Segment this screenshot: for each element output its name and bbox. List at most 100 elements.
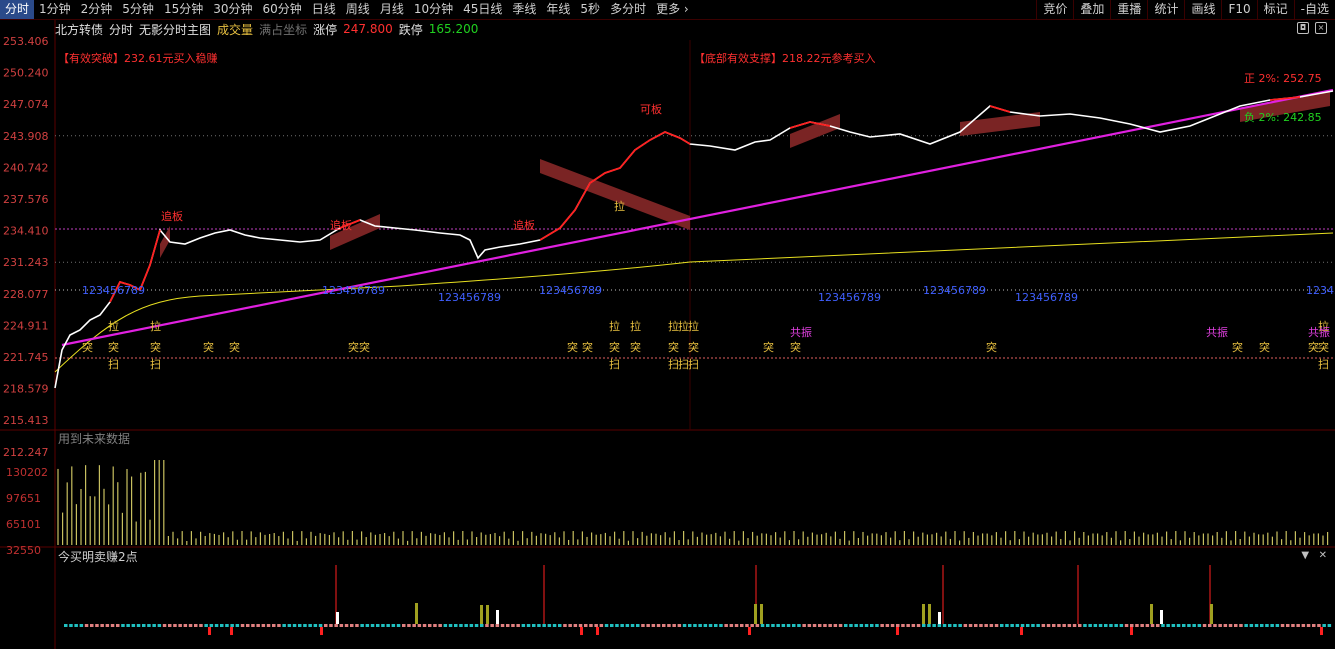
indicator-dot bbox=[797, 624, 801, 627]
indicator-dot bbox=[651, 624, 656, 627]
indicator-dot bbox=[209, 624, 214, 627]
toolbar-2[interactable]: 重播 bbox=[1110, 0, 1147, 19]
indicator-dot bbox=[948, 624, 952, 627]
price-tick: 247.074 bbox=[3, 98, 49, 111]
sweep-label: 扫 bbox=[1318, 358, 1329, 371]
indicator-bars bbox=[64, 565, 1332, 635]
sweep-label: 扫 bbox=[150, 358, 161, 371]
indicator-dot bbox=[235, 624, 240, 627]
tab-10[interactable]: 10分钟 bbox=[409, 0, 458, 19]
tab-9[interactable]: 月线 bbox=[375, 0, 409, 19]
indicator-down-bar bbox=[896, 627, 899, 635]
tab-1[interactable]: 1分钟 bbox=[34, 0, 76, 19]
indicator-dot bbox=[1114, 624, 1118, 627]
tab-7[interactable]: 日线 bbox=[307, 0, 341, 19]
tab-3[interactable]: 5分钟 bbox=[117, 0, 159, 19]
burst-label: 突 bbox=[630, 340, 641, 354]
indicator-dot bbox=[1135, 624, 1139, 627]
indicator-dot bbox=[1098, 624, 1103, 627]
indicator-dot bbox=[282, 624, 286, 627]
indicator-dot bbox=[464, 624, 468, 627]
indicator-dot bbox=[1036, 624, 1040, 627]
lower-band-label: 负 2%: 242.85 bbox=[1244, 110, 1322, 124]
tab-0[interactable]: 分时 bbox=[0, 0, 35, 19]
tab-12[interactable]: 季线 bbox=[507, 0, 541, 19]
indicator-dot bbox=[620, 624, 624, 627]
burst-label: 突 bbox=[150, 340, 161, 354]
burst-label: 突 bbox=[668, 340, 679, 354]
indicator-dot bbox=[1104, 624, 1108, 627]
indicator-dot bbox=[339, 624, 344, 627]
burst-label: 突 bbox=[763, 340, 774, 354]
indicator-dot bbox=[568, 624, 572, 627]
indicator-dot bbox=[677, 624, 682, 627]
indicator-dot bbox=[298, 624, 302, 627]
indicator-dot bbox=[1182, 624, 1186, 627]
price-tick: 212.247 bbox=[3, 446, 49, 459]
break-signal-text: 【有效突破】232.61元买入稳赚 bbox=[58, 51, 218, 65]
indicator-bar-white bbox=[938, 612, 941, 624]
indicator-dot bbox=[589, 624, 593, 627]
indicator-dot bbox=[225, 624, 229, 627]
indicator-dot bbox=[823, 624, 827, 627]
toolbar-3[interactable]: 统计 bbox=[1147, 0, 1184, 19]
tab-8[interactable]: 周线 bbox=[341, 0, 375, 19]
burst-label: 突 bbox=[688, 340, 699, 354]
indicator-dot bbox=[350, 624, 354, 627]
indicator-dot bbox=[355, 624, 359, 627]
indicator-dot bbox=[516, 624, 520, 627]
indicator-dot bbox=[932, 624, 936, 627]
count-sequence: 123456789 bbox=[923, 284, 986, 297]
toolbar-6[interactable]: 标记 bbox=[1256, 0, 1294, 19]
indicator-dot bbox=[802, 624, 806, 627]
toolbar-1[interactable]: 叠加 bbox=[1073, 0, 1110, 19]
indicator-dot bbox=[428, 624, 432, 627]
indicator-bar bbox=[415, 603, 418, 624]
indicator-dot bbox=[630, 624, 635, 627]
tab-11[interactable]: 45日线 bbox=[458, 0, 507, 19]
count-sequence: 123456789 bbox=[322, 284, 385, 297]
indicator-dot bbox=[511, 624, 515, 627]
indicator-dot bbox=[448, 624, 453, 627]
toolbar-0[interactable]: 竞价 bbox=[1036, 0, 1073, 19]
tab-14[interactable]: 5秒 bbox=[575, 0, 605, 19]
indicator-dot bbox=[563, 624, 567, 627]
indicator-dot bbox=[1244, 624, 1248, 627]
toolbar-7[interactable]: -自选 bbox=[1293, 0, 1335, 19]
indicator-dot bbox=[760, 624, 765, 627]
count-sequence: 123456789 bbox=[438, 291, 501, 304]
indicator-dot bbox=[812, 624, 817, 627]
tab-4[interactable]: 15分钟 bbox=[159, 0, 208, 19]
price-tick: 228.077 bbox=[3, 288, 49, 301]
indicator-dot bbox=[69, 624, 73, 627]
tab-13[interactable]: 年线 bbox=[541, 0, 575, 19]
indicator-dot bbox=[1109, 624, 1113, 627]
indicator-dot bbox=[1119, 624, 1124, 627]
pull-label: 拉 bbox=[108, 319, 119, 333]
burst-label: 突 bbox=[609, 340, 620, 354]
tab-16[interactable]: 更多 › bbox=[651, 0, 694, 19]
burst-label: 突 bbox=[790, 340, 801, 354]
trend-polyline bbox=[61, 88, 1334, 347]
indicator-bar-white bbox=[496, 610, 499, 624]
indicator-dot bbox=[1166, 624, 1170, 627]
indicator-dot bbox=[922, 624, 926, 627]
tab-2[interactable]: 2分钟 bbox=[76, 0, 118, 19]
price-tick: 240.742 bbox=[3, 161, 49, 174]
indicator-dot bbox=[1015, 624, 1020, 627]
intraday-chart[interactable]: 253.406 250.240 247.074 243.908 240.742 237.5… bbox=[0, 20, 1335, 649]
indicator-dot bbox=[74, 624, 78, 627]
tab-6[interactable]: 60分钟 bbox=[258, 0, 307, 19]
band-segment bbox=[960, 112, 1040, 136]
indicator-dot bbox=[906, 624, 910, 627]
chase-label: 追板 bbox=[513, 218, 535, 232]
indicator-dot bbox=[376, 624, 380, 627]
indicator-dot bbox=[490, 624, 494, 627]
tab-15[interactable]: 多分时 bbox=[605, 0, 651, 19]
indicator-dot bbox=[1218, 624, 1222, 627]
indicator-dot bbox=[240, 624, 245, 627]
toolbar-4[interactable]: 画线 bbox=[1184, 0, 1221, 19]
indicator-dot bbox=[1280, 624, 1285, 627]
toolbar-5[interactable]: F10 bbox=[1221, 0, 1256, 19]
tab-5[interactable]: 30分钟 bbox=[208, 0, 257, 19]
